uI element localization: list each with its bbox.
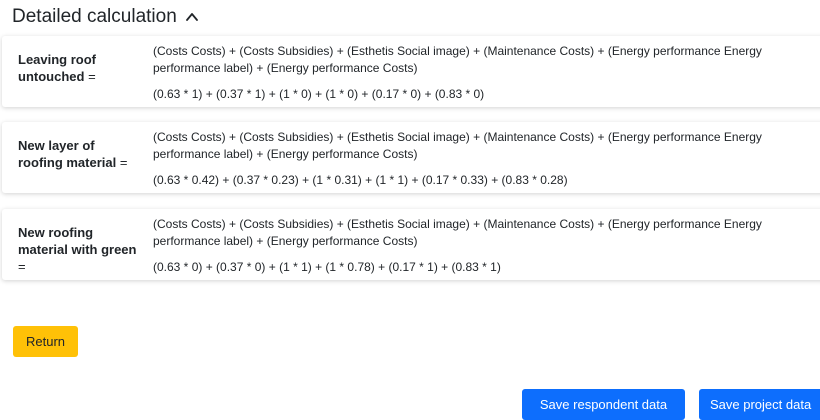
values-text: (0.63 * 1) + (0.37 * 1) + (1 * 0) + (1 *… (153, 87, 485, 101)
option-label: Leaving roof untouched = (18, 52, 97, 84)
calculation-card-leaving-roof: Leaving roof untouched = (Costs Costs) +… (2, 36, 820, 107)
calculation-card-new-layer: New layer of roofing material = (Costs C… (2, 122, 820, 193)
formula-text: (Costs Costs) + (Costs Subsidies) + (Est… (153, 130, 762, 161)
caret-up-icon[interactable] (185, 11, 199, 23)
formula-text: (Costs Costs) + (Costs Subsidies) + (Est… (153, 217, 762, 248)
save-project-data-button[interactable]: Save project data (699, 389, 820, 420)
section-title: Detailed calculation (12, 6, 177, 27)
return-button[interactable]: Return (13, 326, 78, 357)
values-text: (0.63 * 0.42) + (0.37 * 0.23) + (1 * 0.3… (153, 173, 568, 187)
values-text: (0.63 * 0) + (0.37 * 0) + (1 * 1) + (1 *… (153, 260, 501, 274)
formula-text: (Costs Costs) + (Costs Subsidies) + (Est… (153, 44, 762, 75)
calculation-card-green-roof: New roofing material with green = (Costs… (2, 209, 820, 280)
option-label: New roofing material with green = (18, 225, 137, 274)
save-respondent-data-button[interactable]: Save respondent data (522, 389, 685, 420)
detailed-calculation-header[interactable]: Detailed calculation (12, 6, 199, 28)
option-label: New layer of roofing material = (18, 138, 128, 170)
